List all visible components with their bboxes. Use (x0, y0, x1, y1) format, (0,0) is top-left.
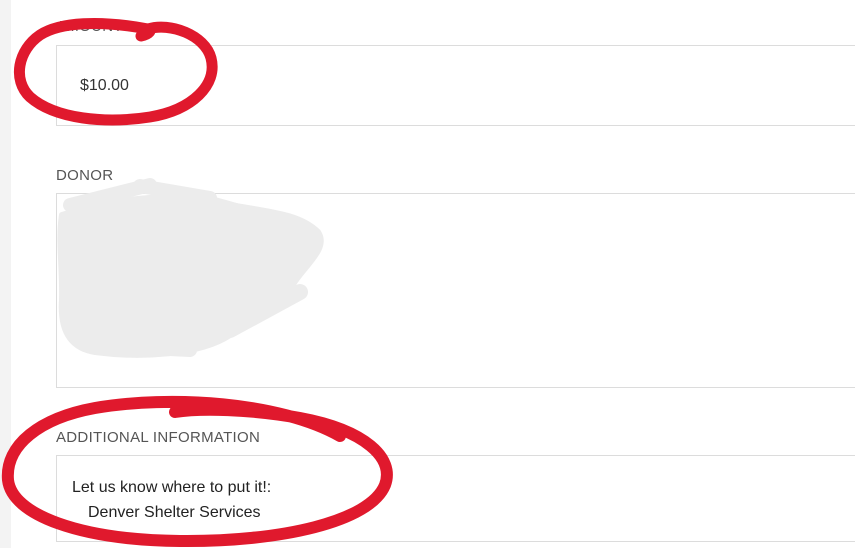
donor-label: DONOR (56, 167, 114, 184)
additional-information-field: Let us know where to put it!: Denver She… (56, 455, 855, 542)
left-rail (0, 0, 11, 548)
amount-field: $10.00 (56, 45, 855, 126)
donor-field (56, 193, 855, 388)
amount-value: $10.00 (80, 77, 129, 94)
amount-label: AMOUNT (56, 18, 123, 35)
additional-information-label: ADDITIONAL INFORMATION (56, 429, 261, 446)
additional-information-question: Let us know where to put it!: (72, 479, 272, 496)
additional-information-answer: Denver Shelter Services (88, 504, 261, 521)
